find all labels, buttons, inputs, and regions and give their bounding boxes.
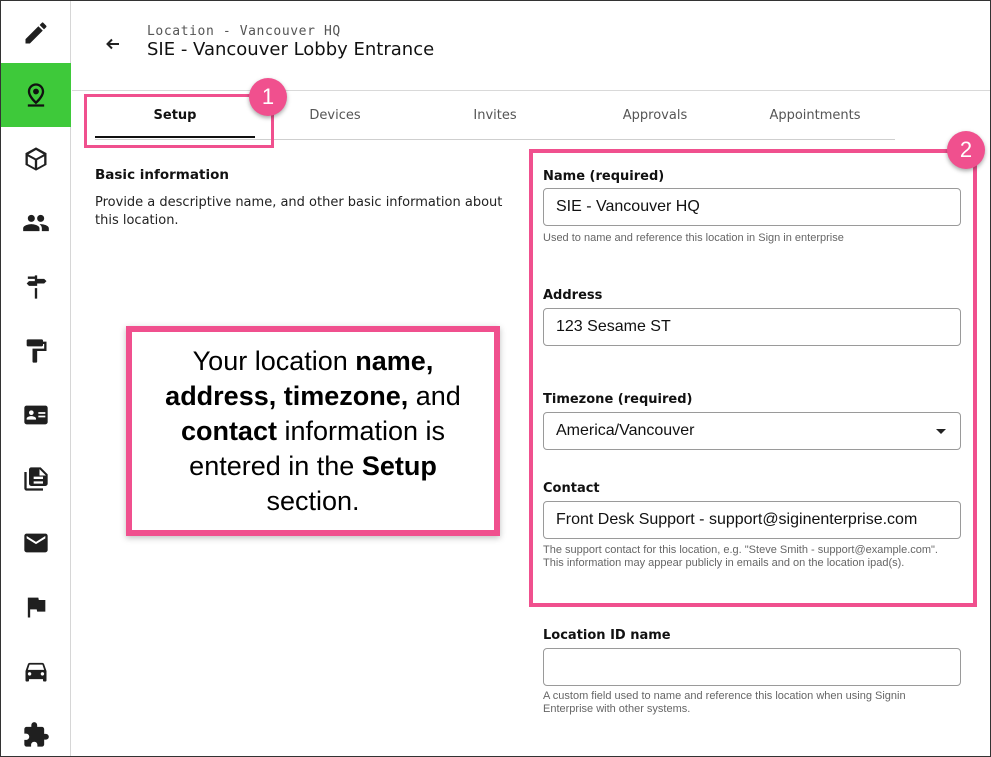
annotation-box-tab <box>84 94 274 148</box>
header-divider <box>72 90 990 91</box>
callout-text-part: and <box>408 380 461 411</box>
signpost-icon <box>26 275 47 299</box>
location-id-field[interactable] <box>543 648 961 686</box>
annotation-badge-2: 2 <box>947 131 985 169</box>
callout-text-part: Your location <box>192 345 356 376</box>
section-description: Provide a descriptive name, and other ba… <box>95 195 503 228</box>
tab-appointments[interactable]: Appointments <box>735 92 895 138</box>
callout-text-part: section. <box>266 485 360 516</box>
id-card-icon <box>24 405 48 425</box>
sidebar-item-integrations[interactable] <box>1 703 71 757</box>
pencil-icon <box>25 22 47 44</box>
puzzle-icon <box>24 722 49 747</box>
people-icon <box>23 214 49 232</box>
page-title: SIE - Vancouver Lobby Entrance <box>147 39 435 60</box>
annotation-callout: Your location name, address, timezone, a… <box>126 326 500 536</box>
sidebar-item-people[interactable] <box>1 191 71 255</box>
callout-text: Your location name, address, timezone, a… <box>146 344 480 519</box>
paint-roller-icon <box>26 339 47 363</box>
sidebar-item-messages[interactable] <box>1 511 71 575</box>
annotation-badge-1: 1 <box>249 78 287 116</box>
sidebar <box>1 1 71 756</box>
sidebar-item-wayfinding[interactable] <box>1 255 71 319</box>
tab-invites[interactable]: Invites <box>415 92 575 138</box>
callout-bold-part: address, timezone, <box>165 380 409 411</box>
section-heading: Basic information <box>95 167 229 183</box>
sidebar-item-reports[interactable] <box>1 575 71 639</box>
location-id-label: Location ID name <box>543 628 671 643</box>
callout-bold-part: contact <box>180 415 277 446</box>
back-button[interactable] <box>101 34 125 54</box>
sidebar-item-documents[interactable] <box>1 447 71 511</box>
callout-bold-part: Setup <box>361 450 437 481</box>
arrow-left-icon <box>106 38 119 50</box>
documents-icon <box>24 467 48 491</box>
flag-icon <box>27 597 46 618</box>
tab-approvals[interactable]: Approvals <box>575 92 735 138</box>
tab-label: Approvals <box>622 107 688 123</box>
sidebar-item-parking[interactable] <box>1 639 71 703</box>
mail-icon <box>24 533 48 553</box>
sidebar-item-badges[interactable] <box>1 383 71 447</box>
sidebar-item-locations[interactable] <box>1 63 71 127</box>
breadcrumb: Location - Vancouver HQ <box>147 24 341 39</box>
tab-label: Devices <box>309 107 361 123</box>
package-icon <box>25 147 47 171</box>
location-id-help-text: A custom field used to name and referenc… <box>543 690 906 715</box>
callout-bold-part: name, <box>355 345 434 376</box>
annotation-box-form <box>529 149 977 607</box>
car-icon <box>25 662 47 682</box>
tab-label: Invites <box>473 107 517 123</box>
sidebar-item-edit[interactable] <box>1 1 71 65</box>
tab-label: Appointments <box>769 107 861 123</box>
sidebar-item-branding[interactable] <box>1 319 71 383</box>
location-pin-icon <box>27 83 45 107</box>
sidebar-item-packages[interactable] <box>1 127 71 191</box>
